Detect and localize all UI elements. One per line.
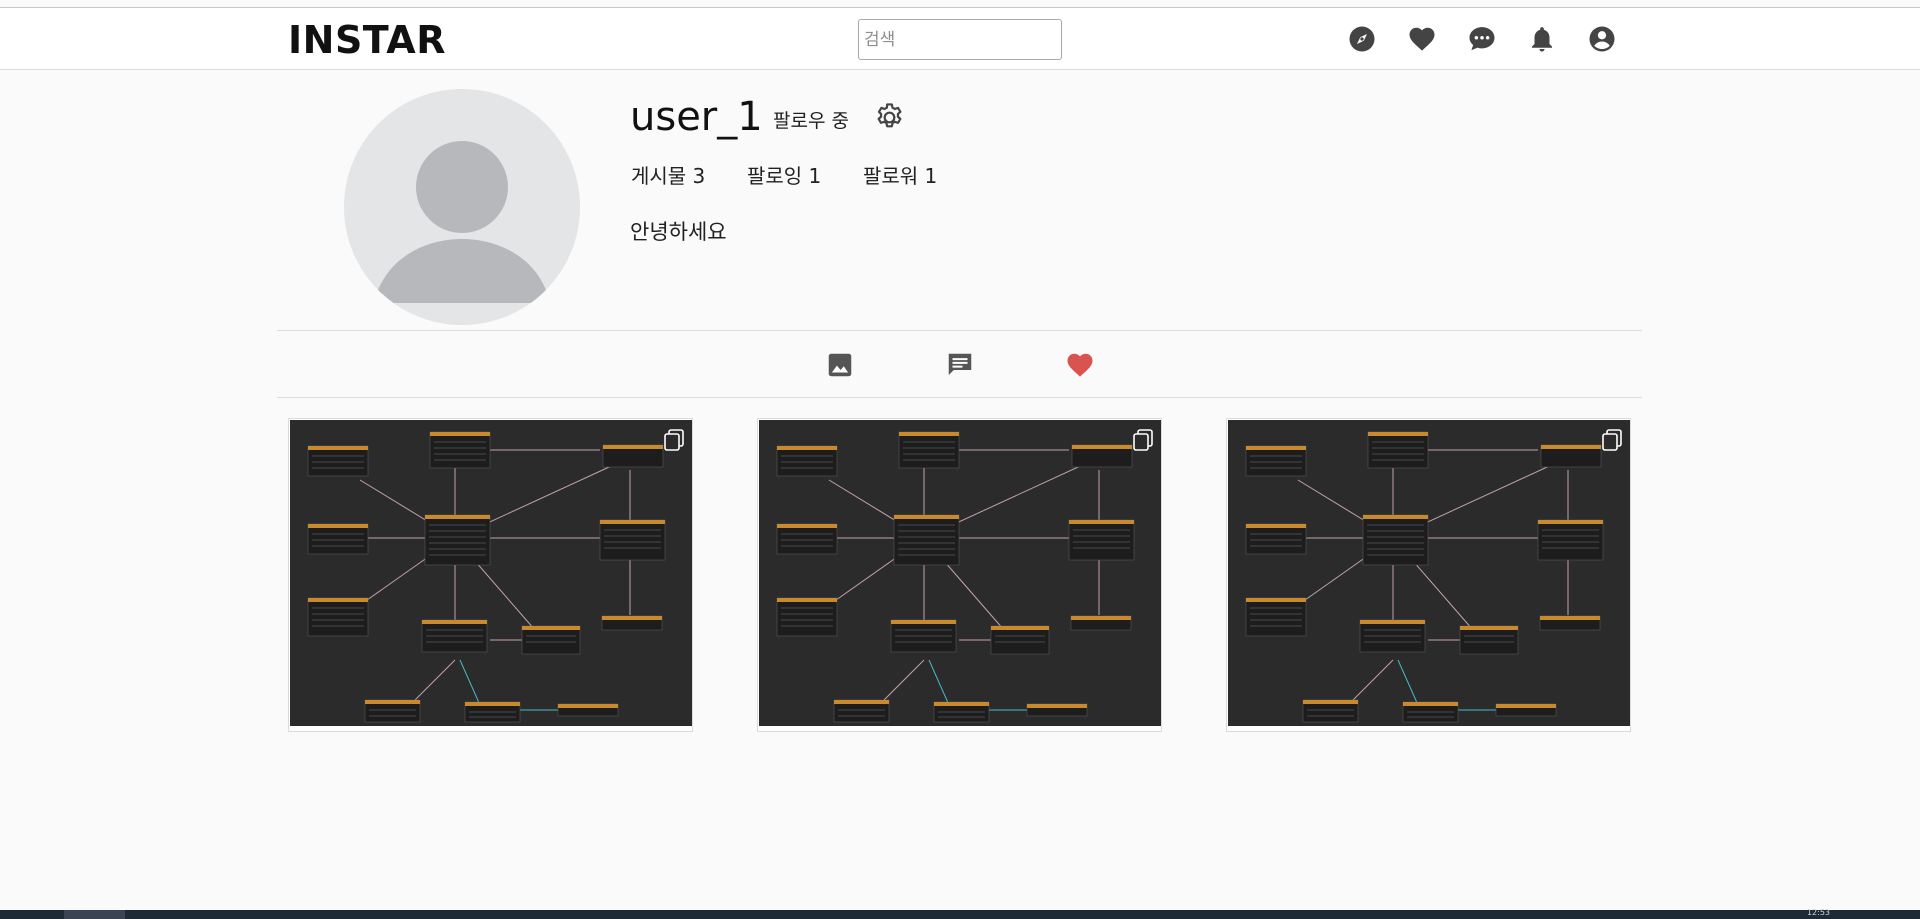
app-logo[interactable]: INSTAR	[288, 18, 446, 62]
tab-posts-image-icon[interactable]	[825, 350, 855, 380]
post-thumbnail	[1228, 420, 1630, 726]
tab-likes-heart-icon[interactable]	[1065, 350, 1095, 380]
stat-followers[interactable]: 팔로워 1	[863, 160, 937, 189]
profile-bio: 안녕하세요	[630, 220, 727, 244]
post-card[interactable]	[1226, 418, 1631, 732]
multiple-images-icon	[1131, 427, 1155, 451]
profile-username: user_1	[630, 94, 763, 140]
taskbar-clock: 12:53	[1806, 908, 1830, 917]
post-thumbnail	[290, 420, 692, 726]
post-card[interactable]	[288, 418, 693, 732]
follow-status-button[interactable]: 팔로우 중	[773, 106, 849, 133]
explore-icon[interactable]	[1347, 24, 1377, 54]
stat-following[interactable]: 팔로잉 1	[747, 160, 821, 189]
profile-tabs	[277, 330, 1642, 398]
profile-avatar[interactable]	[344, 89, 580, 325]
settings-gear-icon[interactable]	[873, 101, 906, 134]
chat-icon[interactable]	[1467, 24, 1497, 54]
bell-icon[interactable]	[1527, 24, 1557, 54]
top-navbar: INSTAR	[0, 8, 1920, 70]
tab-comments-comment-icon[interactable]	[945, 350, 975, 380]
multiple-images-icon	[1600, 427, 1624, 451]
stat-posts: 게시물 3	[631, 164, 706, 188]
search-input[interactable]	[858, 19, 1062, 60]
multiple-images-icon	[662, 427, 686, 451]
heart-icon[interactable]	[1407, 24, 1437, 54]
account-icon[interactable]	[1587, 24, 1617, 54]
os-taskbar: 12:53	[0, 908, 1920, 919]
taskbar-app-button[interactable]	[64, 910, 125, 919]
post-card[interactable]	[757, 418, 1162, 732]
post-thumbnail	[759, 420, 1161, 726]
